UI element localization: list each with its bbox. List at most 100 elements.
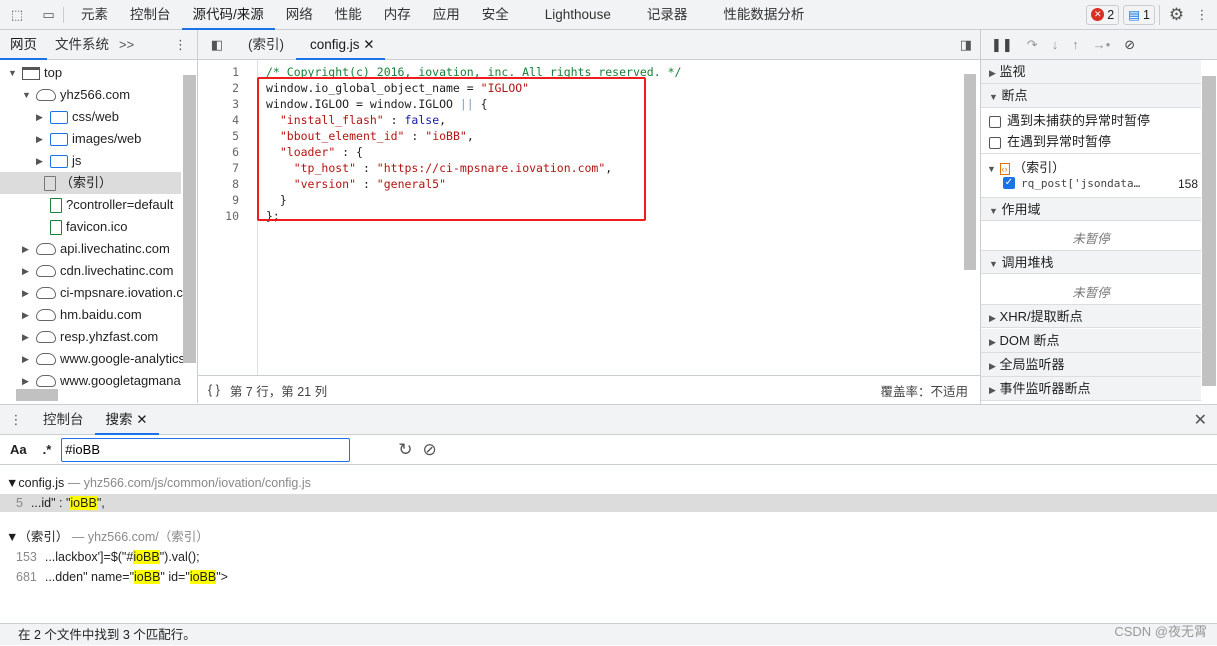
navigator-menu-icon[interactable]: ⋮ xyxy=(174,37,187,53)
section-event[interactable]: ▶ 事件监听器断点 xyxy=(981,377,1201,401)
result-file-header[interactable]: ▼（索引） — yhz566.com/（索引） xyxy=(0,528,1217,546)
editor-scrollbar[interactable] xyxy=(964,74,976,270)
collapsed-arrow-icon[interactable]: ▶ xyxy=(22,348,32,370)
result-match-row[interactable]: 5 ...id" : "ioBB", xyxy=(0,494,1217,512)
toggle-debugger-icon[interactable]: ◨ xyxy=(960,37,972,53)
pause-icon[interactable]: ❚❚ xyxy=(991,37,1013,53)
tab-main-8[interactable]: Lighthouse xyxy=(534,0,622,30)
section-dom[interactable]: ▶ DOM 断点 xyxy=(981,329,1201,353)
result-file-header[interactable]: ▼config.js — yhz566.com/js/common/iovati… xyxy=(0,474,1217,492)
tree-item[interactable]: ▶ cdn.livechatinc.com xyxy=(22,260,173,282)
tab-config-js[interactable]: config.js ✕ xyxy=(296,30,385,60)
folder-icon xyxy=(50,154,68,168)
tree-item[interactable]: ▶ images/web xyxy=(36,128,141,150)
section-callstack[interactable]: ▼ 调用堆栈 xyxy=(981,250,1201,274)
tab-console[interactable]: 控制台 xyxy=(32,405,95,435)
step-icon[interactable]: →• xyxy=(1093,37,1111,52)
close-drawer-icon[interactable]: ✕ xyxy=(1194,410,1207,430)
tab-main-6[interactable]: 应用 xyxy=(422,0,471,30)
search-toolbar: Aa .* ↻ ⊘ xyxy=(0,435,1217,465)
step-out-icon[interactable]: ↑ xyxy=(1072,37,1079,52)
tree-item[interactable]: ▶ resp.yhzfast.com xyxy=(22,326,158,348)
device-toolbar-icon[interactable]: ▭ xyxy=(34,6,64,23)
checkbox-checked-icon[interactable]: ✓ xyxy=(1003,177,1015,189)
message-icon: ▤ xyxy=(1128,8,1141,22)
deactivate-breakpoints-icon[interactable]: ⊘ xyxy=(1124,37,1135,53)
tree-item-label: favicon.ico xyxy=(66,219,128,234)
section-breakpoints[interactable]: ▼ 断点 xyxy=(981,84,1201,108)
pause-caught-checkbox[interactable]: 在遇到异常时暂停 xyxy=(989,131,1111,150)
collapsed-arrow-icon[interactable]: ▶ xyxy=(36,150,46,172)
errors-badge[interactable]: ✕ 2 xyxy=(1086,4,1120,25)
more-tabs-icon[interactable]: >> xyxy=(119,37,134,52)
tab-main-1[interactable]: 控制台 xyxy=(119,0,182,30)
collapsed-arrow-icon[interactable]: ▶ xyxy=(22,326,32,348)
close-icon[interactable]: ✕ xyxy=(363,37,374,52)
match-case-toggle[interactable]: Aa xyxy=(10,442,27,457)
tab-filesystem[interactable]: 文件系统 xyxy=(47,30,117,60)
collapsed-arrow-icon[interactable]: ▶ xyxy=(36,106,46,128)
tree-item[interactable]: favicon.ico xyxy=(50,216,127,238)
tree-item[interactable]: ?controller=default xyxy=(50,194,173,216)
tab-index[interactable]: (索引) xyxy=(236,30,296,60)
more-menu-icon[interactable]: ⋮ xyxy=(1193,7,1211,23)
match-text: ", xyxy=(96,496,105,510)
collapsed-arrow-icon[interactable]: ▶ xyxy=(22,304,32,326)
tree-scrollbar[interactable] xyxy=(183,75,196,363)
step-into-icon[interactable]: ↓ xyxy=(1052,37,1059,52)
tree-item[interactable]: ▼ top xyxy=(8,62,62,84)
expanded-arrow-icon[interactable]: ▼ xyxy=(22,84,32,106)
search-input[interactable] xyxy=(61,437,351,462)
messages-badge[interactable]: ▤ 1 xyxy=(1123,4,1155,25)
close-icon[interactable]: ✕ xyxy=(136,412,147,427)
tab-main-9[interactable]: 记录器 xyxy=(636,0,699,30)
pretty-print-icon[interactable]: { } xyxy=(208,383,220,397)
section-scope[interactable]: ▼ 作用域 xyxy=(981,197,1201,221)
result-match-row[interactable]: 153 ...lackbox']=$("#ioBB").val(); xyxy=(0,548,1217,566)
collapsed-arrow-icon[interactable]: ▶ xyxy=(22,260,32,282)
drawer-menu-icon[interactable]: ⋮ xyxy=(0,412,32,428)
pause-uncaught-checkbox[interactable]: 遇到未捕获的异常时暂停 xyxy=(989,110,1150,129)
tab-search[interactable]: 搜索 ✕ xyxy=(94,405,159,435)
result-match-row[interactable]: 681 ...dden" name="ioBB" id="ioBB"> xyxy=(0,568,1217,586)
clear-icon[interactable]: ⊘ xyxy=(423,440,437,460)
tab-main-4[interactable]: 性能 xyxy=(324,0,373,30)
tab-main-5[interactable]: 内存 xyxy=(373,0,422,30)
tree-item[interactable]: ▶ css/web xyxy=(36,106,119,128)
collapsed-arrow-icon[interactable]: ▶ xyxy=(22,238,32,260)
match-text: ").val(); xyxy=(159,550,200,564)
tree-item[interactable]: ▶ api.livechatinc.com xyxy=(22,238,170,260)
tab-main-10[interactable]: 性能数据分析 xyxy=(712,0,815,30)
tree-item[interactable]: ▶ js xyxy=(36,150,81,172)
tab-main-2[interactable]: 源代码/来源 xyxy=(181,0,276,30)
collapsed-arrow-icon[interactable]: ▶ xyxy=(22,282,32,304)
tab-page[interactable]: 网页 xyxy=(0,30,47,60)
refresh-icon[interactable]: ↻ xyxy=(398,440,412,460)
expanded-arrow-icon[interactable]: ▼ xyxy=(8,62,18,84)
sidebar-scrollbar[interactable] xyxy=(1202,76,1216,386)
tree-item-label: images/web xyxy=(72,131,142,146)
toggle-navigator-icon[interactable]: ◧ xyxy=(198,37,236,53)
regex-toggle[interactable]: .* xyxy=(43,442,52,457)
tab-main-7[interactable]: 安全 xyxy=(471,0,520,30)
code-editor[interactable]: 1 2 3 4 5 6 7 8 9 10 /* Copyright(c) 2016, iovati… xyxy=(198,60,980,375)
cloud-icon xyxy=(36,353,56,365)
tree-item[interactable]: ▶ www.google-analytics xyxy=(22,348,185,370)
cloud-icon xyxy=(36,89,56,101)
breakpoint-file[interactable]: ▼ ‹› （索引） xyxy=(987,157,1065,176)
tree-item[interactable]: （索引） xyxy=(0,172,181,194)
section-watch[interactable]: ▶ 监视 xyxy=(981,60,1201,84)
gear-icon[interactable]: ⚙ xyxy=(1159,4,1193,25)
tree-hscrollbar[interactable] xyxy=(16,389,58,401)
section-xhr[interactable]: ▶ XHR/提取断点 xyxy=(981,304,1201,328)
tab-main-0[interactable]: 元素 xyxy=(70,0,119,30)
tree-item[interactable]: ▶ hm.baidu.com xyxy=(22,304,142,326)
collapsed-arrow-icon[interactable]: ▶ xyxy=(36,128,46,150)
tab-main-3[interactable]: 网络 xyxy=(275,0,324,30)
breakpoint-item[interactable]: ✓ rq_post['jsondata… 158 xyxy=(1003,177,1198,191)
inspect-element-icon[interactable]: ⬚ xyxy=(0,7,34,23)
section-global[interactable]: ▶ 全局监听器 xyxy=(981,353,1201,377)
tree-item[interactable]: ▼ yhz566.com xyxy=(22,84,130,106)
step-over-icon[interactable]: ↷ xyxy=(1027,37,1038,53)
tree-item[interactable]: ▶ ci-mpsnare.iovation.c xyxy=(22,282,183,304)
